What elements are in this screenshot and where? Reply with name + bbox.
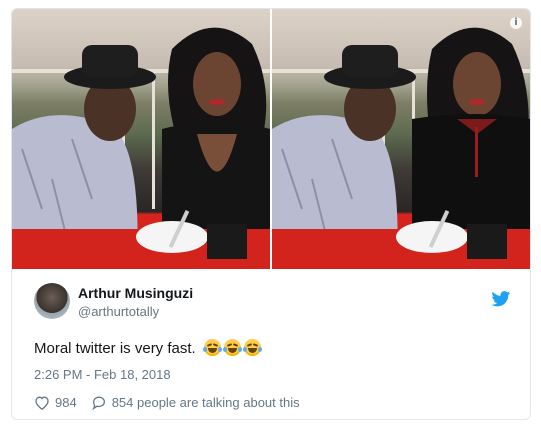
tweet-text: Moral twitter is very fast.: [34, 340, 196, 357]
author-name[interactable]: Arthur Musinguzi: [78, 285, 193, 301]
tweet-timestamp[interactable]: 2:26 PM - Feb 18, 2018: [34, 367, 171, 382]
speech-bubble-icon: [92, 396, 105, 410]
tears-of-joy-emoji-icon: [242, 339, 262, 356]
conversation-button[interactable]: 854 people are talking about this: [91, 395, 300, 410]
tweet-actions: 984 854 people are talking about this: [34, 395, 314, 410]
emoji-group: [202, 339, 264, 360]
like-count: 984: [55, 395, 77, 410]
photo-original[interactable]: [12, 9, 270, 269]
embedded-tweet-card[interactable]: i Arthur Musinguzi @arthurtotally Moral …: [11, 8, 531, 420]
tweet-media[interactable]: i: [12, 9, 530, 269]
author-handle[interactable]: @arthurtotally: [78, 304, 159, 319]
avatar[interactable]: [34, 283, 70, 319]
tweet-text-row: Moral twitter is very fast.: [34, 339, 264, 360]
twitter-bird-icon[interactable]: [491, 291, 511, 307]
conversation-label: 854 people are talking about this: [111, 395, 300, 410]
photo-edited[interactable]: i: [272, 9, 530, 269]
info-icon[interactable]: i: [510, 17, 522, 29]
tears-of-joy-emoji-icon: [202, 339, 222, 356]
heart-icon: [35, 396, 49, 410]
like-button[interactable]: 984: [34, 395, 77, 410]
tears-of-joy-emoji-icon: [222, 339, 242, 356]
